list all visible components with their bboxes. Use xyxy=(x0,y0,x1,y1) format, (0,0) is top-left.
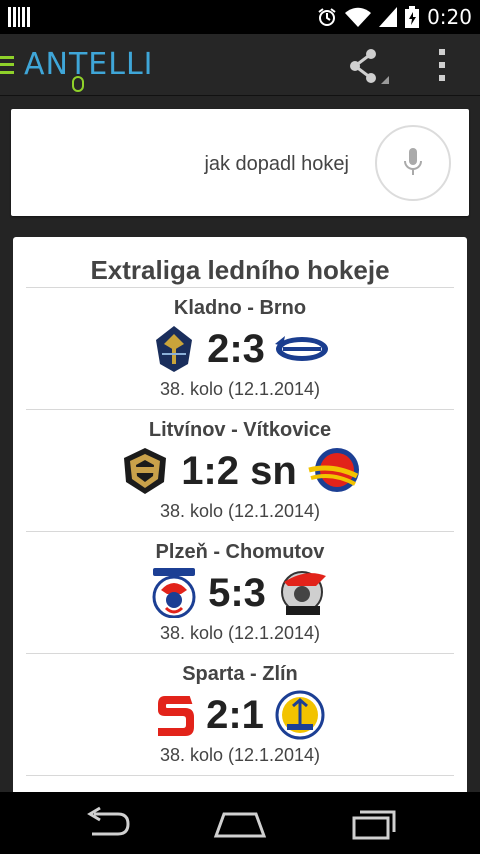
divider xyxy=(26,775,454,776)
recent-apps-icon xyxy=(352,810,396,840)
sparta-logo-icon xyxy=(154,690,196,740)
status-bar: 0:20 xyxy=(0,0,480,34)
match-score: 2:1 xyxy=(206,692,264,737)
score-row: 1:2 sn xyxy=(13,446,467,496)
battery-icon xyxy=(405,6,420,28)
back-icon xyxy=(87,806,130,836)
match-round: 38. kolo (12.1.2014) xyxy=(159,623,321,643)
share-button[interactable] xyxy=(345,48,389,84)
lightbulb-icon xyxy=(72,76,84,92)
status-icons: 0:20 xyxy=(317,5,472,29)
match-score: 1:2 sn xyxy=(181,448,297,493)
wifi-icon xyxy=(345,7,372,27)
home-button[interactable] xyxy=(212,806,268,840)
zlin-logo-icon xyxy=(274,689,326,741)
match-item[interactable]: Sparta - Zlín 2:1 38. kolo (12.1.2014) xyxy=(13,653,467,775)
results-title: Extraliga ledního hokeje xyxy=(90,255,390,285)
hc-plzen-logo-icon xyxy=(150,568,198,618)
match-item[interactable]: Litvínov - Vítkovice 1:2 sn 38. kolo (12… xyxy=(13,409,467,531)
match-item[interactable]: Kladno - Brno 2:3 38. kolo (12.1.2014) xyxy=(13,287,467,409)
match-teams: Litvínov - Vítkovice xyxy=(148,419,332,441)
clock: 0:20 xyxy=(427,5,472,29)
match-teams: Kladno - Brno xyxy=(173,297,307,319)
voice-search-button[interactable] xyxy=(375,125,451,201)
kometa-brno-logo-icon xyxy=(274,326,329,372)
match-score: 5:3 xyxy=(208,570,266,615)
home-icon xyxy=(213,812,267,838)
match-score: 2:3 xyxy=(207,326,265,371)
match-teams: Sparta - Zlín xyxy=(182,663,298,685)
app-logo-text: ANTELLI xyxy=(24,47,154,82)
match-round: 38. kolo (12.1.2014) xyxy=(159,379,321,399)
microphone-icon xyxy=(404,148,422,175)
hc-verva-litvinov-logo-icon xyxy=(119,445,171,497)
results-card: Extraliga ledního hokeje Kladno - Brno 2… xyxy=(13,237,467,797)
menu-icon[interactable] xyxy=(0,55,16,74)
query-text[interactable]: jak dopadl hokej xyxy=(204,153,349,176)
kladno-logo-icon xyxy=(151,326,197,372)
search-card[interactable]: jak dopadl hokej xyxy=(11,109,469,216)
alarm-icon xyxy=(318,8,336,26)
match-teams: Plzeň - Chomutov xyxy=(155,541,325,563)
share-icon xyxy=(350,49,389,84)
match-round: 38. kolo (12.1.2014) xyxy=(159,501,321,521)
score-row: 2:3 xyxy=(13,324,467,374)
signal-icon xyxy=(379,7,398,27)
score-row: 2:1 xyxy=(13,690,467,740)
match-item[interactable]: Plzeň - Chomutov 5:3 38. kolo (12.1.2014… xyxy=(13,531,467,653)
recent-apps-button[interactable] xyxy=(346,806,402,840)
app-bar: ANTELLI xyxy=(0,34,480,96)
overflow-menu-button[interactable] xyxy=(428,46,456,84)
app-logo[interactable]: ANTELLI xyxy=(24,47,154,92)
navigation-bar xyxy=(0,792,480,854)
notification-icon xyxy=(8,7,30,27)
back-button[interactable] xyxy=(80,806,136,840)
match-round: 38. kolo (12.1.2014) xyxy=(159,745,321,765)
score-row: 5:3 xyxy=(13,568,467,618)
vitkovice-logo-icon xyxy=(307,445,361,497)
screen: 0:20 ANTELLI jak dopadl hokej Extraliga … xyxy=(0,0,480,854)
pirati-chomutov-logo-icon xyxy=(276,568,330,618)
